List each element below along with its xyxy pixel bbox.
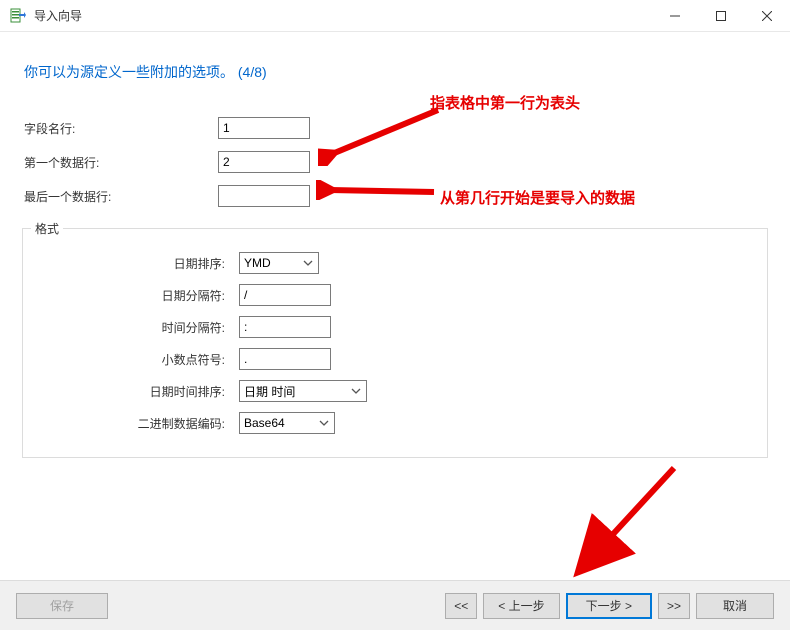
first-button[interactable]: << [445,593,477,619]
datetime-order-value: 日期 时间 [244,383,295,400]
page-instruction: 你可以为源定义一些附加的选项。 (4/8) [0,32,790,82]
binary-encoding-value: Base64 [244,416,285,430]
date-delimiter-input[interactable] [239,284,331,306]
decimal-symbol-input[interactable] [239,348,331,370]
window-title: 导入向导 [34,7,652,24]
cancel-button[interactable]: 取消 [696,593,774,619]
last-button[interactable]: >> [658,593,690,619]
date-order-select[interactable]: YMD [239,252,319,274]
maximize-button[interactable] [698,0,744,32]
binary-encoding-select[interactable]: Base64 [239,412,335,434]
format-legend: 格式 [31,220,63,237]
time-delimiter-row: 时间分隔符: [23,311,767,343]
date-order-value: YMD [244,256,271,270]
annotation-arrow-1 [318,104,448,166]
minimize-button[interactable] [652,0,698,32]
format-fieldset: 格式 日期排序: YMD 日期分隔符: 时间分隔符: 小数点符号: 日期时间排序… [22,228,768,458]
chevron-down-icon [316,415,332,431]
datetime-order-row: 日期时间排序: 日期 时间 [23,375,767,407]
time-delimiter-label: 时间分隔符: [23,319,239,336]
field-name-row-input[interactable] [218,117,310,139]
annotation-note-2: 从第几行开始是要导入的数据 [440,187,635,208]
next-button[interactable]: 下一步 > [566,593,652,619]
window-controls [652,0,790,31]
prev-button[interactable]: < 上一步 [483,593,559,619]
app-icon [10,8,26,24]
annotation-arrow-3 [556,462,686,582]
button-bar: 保存 << < 上一步 下一步 > >> 取消 [0,580,790,630]
chevron-down-icon [300,255,316,271]
annotation-arrow-2 [316,180,442,200]
binary-encoding-row: 二进制数据编码: Base64 [23,407,767,439]
first-data-row-label: 第一个数据行: [24,154,218,171]
chevron-down-icon [348,383,364,399]
titlebar: 导入向导 [0,0,790,32]
last-data-row-input[interactable] [218,185,310,207]
last-data-row-label: 最后一个数据行: [24,188,218,205]
decimal-symbol-label: 小数点符号: [23,351,239,368]
close-button[interactable] [744,0,790,32]
field-name-row-label: 字段名行: [24,120,218,137]
time-delimiter-input[interactable] [239,316,331,338]
datetime-order-label: 日期时间排序: [23,383,239,400]
binary-encoding-label: 二进制数据编码: [23,415,239,432]
date-delimiter-label: 日期分隔符: [23,287,239,304]
decimal-symbol-row: 小数点符号: [23,343,767,375]
content-area: 你可以为源定义一些附加的选项。 (4/8) 字段名行: 第一个数据行: 最后一个… [0,32,790,580]
annotation-note-1: 指表格中第一行为表头 [430,92,580,113]
save-button[interactable]: 保存 [16,593,108,619]
datetime-order-select[interactable]: 日期 时间 [239,380,367,402]
first-data-row-input[interactable] [218,151,310,173]
date-order-label: 日期排序: [23,255,239,272]
date-order-row: 日期排序: YMD [23,247,767,279]
date-delimiter-row: 日期分隔符: [23,279,767,311]
